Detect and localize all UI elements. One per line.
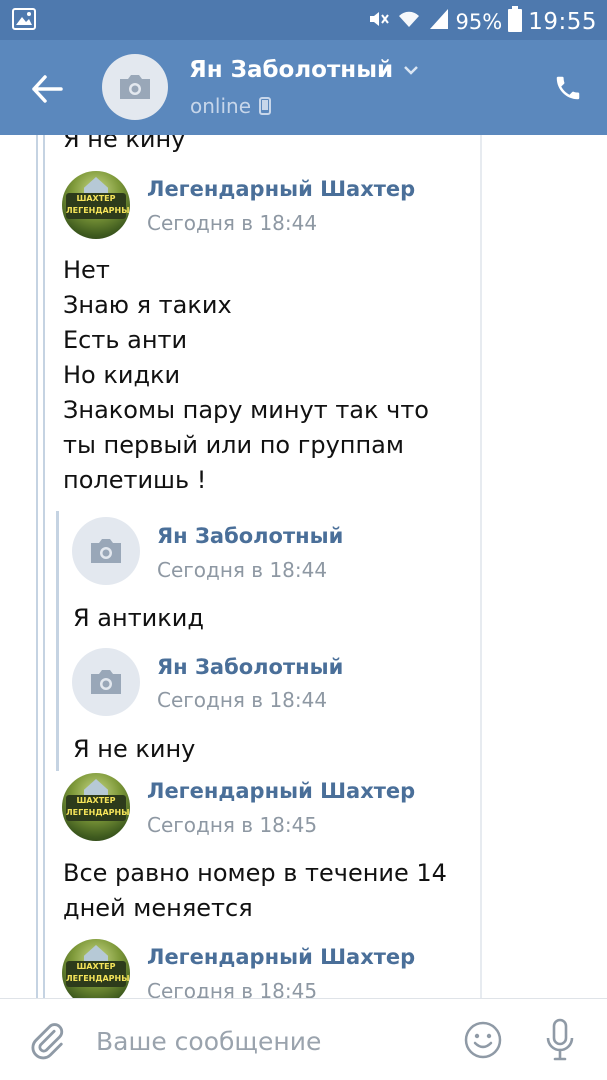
chevron-down-icon[interactable] xyxy=(403,65,419,75)
author-avatar[interactable] xyxy=(72,517,140,585)
emoji-button[interactable] xyxy=(460,1017,506,1063)
message-time: Сегодня в 18:44 xyxy=(157,688,328,712)
microphone-icon xyxy=(546,1018,574,1061)
author-avatar[interactable] xyxy=(72,648,140,716)
message-time: Сегодня в 18:45 xyxy=(147,813,318,837)
status-bar: 95% 19:55 xyxy=(0,0,607,40)
call-button[interactable] xyxy=(548,68,588,108)
message-line: Все равно номер в течение 14 xyxy=(63,859,447,887)
avatar-badge: ШАХТЕР ЛЕГЕНДАРНЫЙ xyxy=(66,961,130,987)
back-button[interactable] xyxy=(22,64,72,114)
contact-title[interactable]: Ян Заболотный xyxy=(189,57,419,83)
attach-button[interactable] xyxy=(26,1019,68,1061)
message-time: Сегодня в 18:44 xyxy=(157,558,328,582)
message-line: ты первый или по группам xyxy=(63,431,404,459)
battery-percent: 95% xyxy=(455,10,503,34)
author-avatar[interactable]: ШАХТЕР ЛЕГЕНДАРНЫЙ xyxy=(62,939,130,998)
message-line: Знакомы пару минут так что xyxy=(63,396,429,424)
clock: 19:55 xyxy=(528,9,597,35)
wifi-icon xyxy=(396,7,422,37)
contact-name[interactable]: Ян Заболотный xyxy=(189,57,393,83)
message-line: Нет xyxy=(63,256,110,284)
message-line: Но кидки xyxy=(63,361,181,389)
author-name[interactable]: Легендарный Шахтер xyxy=(147,177,415,201)
paperclip-icon xyxy=(31,1023,64,1060)
author-name[interactable]: Легендарный Шахтер xyxy=(147,779,415,803)
camera-placeholder-icon xyxy=(91,539,121,563)
compose-bar xyxy=(0,998,607,1080)
smiley-icon xyxy=(464,1021,502,1059)
back-arrow-icon xyxy=(32,75,63,103)
quote-line-nested xyxy=(56,511,59,771)
chat-header: Ян Заболотный online xyxy=(0,40,607,135)
avatar-badge: ШАХТЕР ЛЕГЕНДАРНЫЙ xyxy=(66,193,130,219)
message-time: Сегодня в 18:44 xyxy=(147,211,318,235)
camera-placeholder-icon xyxy=(91,670,121,694)
author-name[interactable]: Ян Заболотный xyxy=(157,524,343,548)
presence-status: online xyxy=(190,94,272,118)
phone-device-icon xyxy=(259,97,272,115)
battery-icon xyxy=(508,6,523,38)
message-line: дней меняется xyxy=(63,894,253,922)
author-name[interactable]: Легендарный Шахтер xyxy=(147,945,415,969)
message-time: Сегодня в 18:45 xyxy=(147,979,318,998)
contact-avatar[interactable] xyxy=(102,54,168,120)
author-avatar[interactable]: ШАХТЕР ЛЕГЕНДАРНЫЙ xyxy=(62,773,130,841)
avatar-badge: ШАХТЕР ЛЕГЕНДАРНЫЙ xyxy=(66,795,130,821)
quote-line-outer xyxy=(43,135,45,998)
message-input[interactable] xyxy=(96,1019,436,1063)
mute-icon xyxy=(366,7,390,37)
message-history[interactable]: Я не кину ШАХТЕР ЛЕГЕНДАРНЫЙ Легендарный … xyxy=(0,135,607,998)
camera-placeholder-icon xyxy=(120,75,150,99)
message-line: Я не кину xyxy=(73,735,196,763)
voice-button[interactable] xyxy=(540,1015,580,1065)
author-name[interactable]: Ян Заболотный xyxy=(157,655,343,679)
author-avatar[interactable]: ШАХТЕР ЛЕГЕНДАРНЫЙ xyxy=(62,171,130,239)
message-line: Знаю я таких xyxy=(63,291,232,319)
status-indicators: 95% 19:55 xyxy=(366,6,597,38)
signal-icon xyxy=(428,7,450,37)
message-line: полетишь ! xyxy=(63,466,207,494)
phone-call-icon xyxy=(556,76,580,100)
image-icon xyxy=(12,8,36,34)
message-line: Я антикид xyxy=(73,604,204,632)
message-text: Я не кину xyxy=(63,135,186,153)
message-line: Есть анти xyxy=(63,326,188,354)
presence-text: online xyxy=(190,94,252,118)
